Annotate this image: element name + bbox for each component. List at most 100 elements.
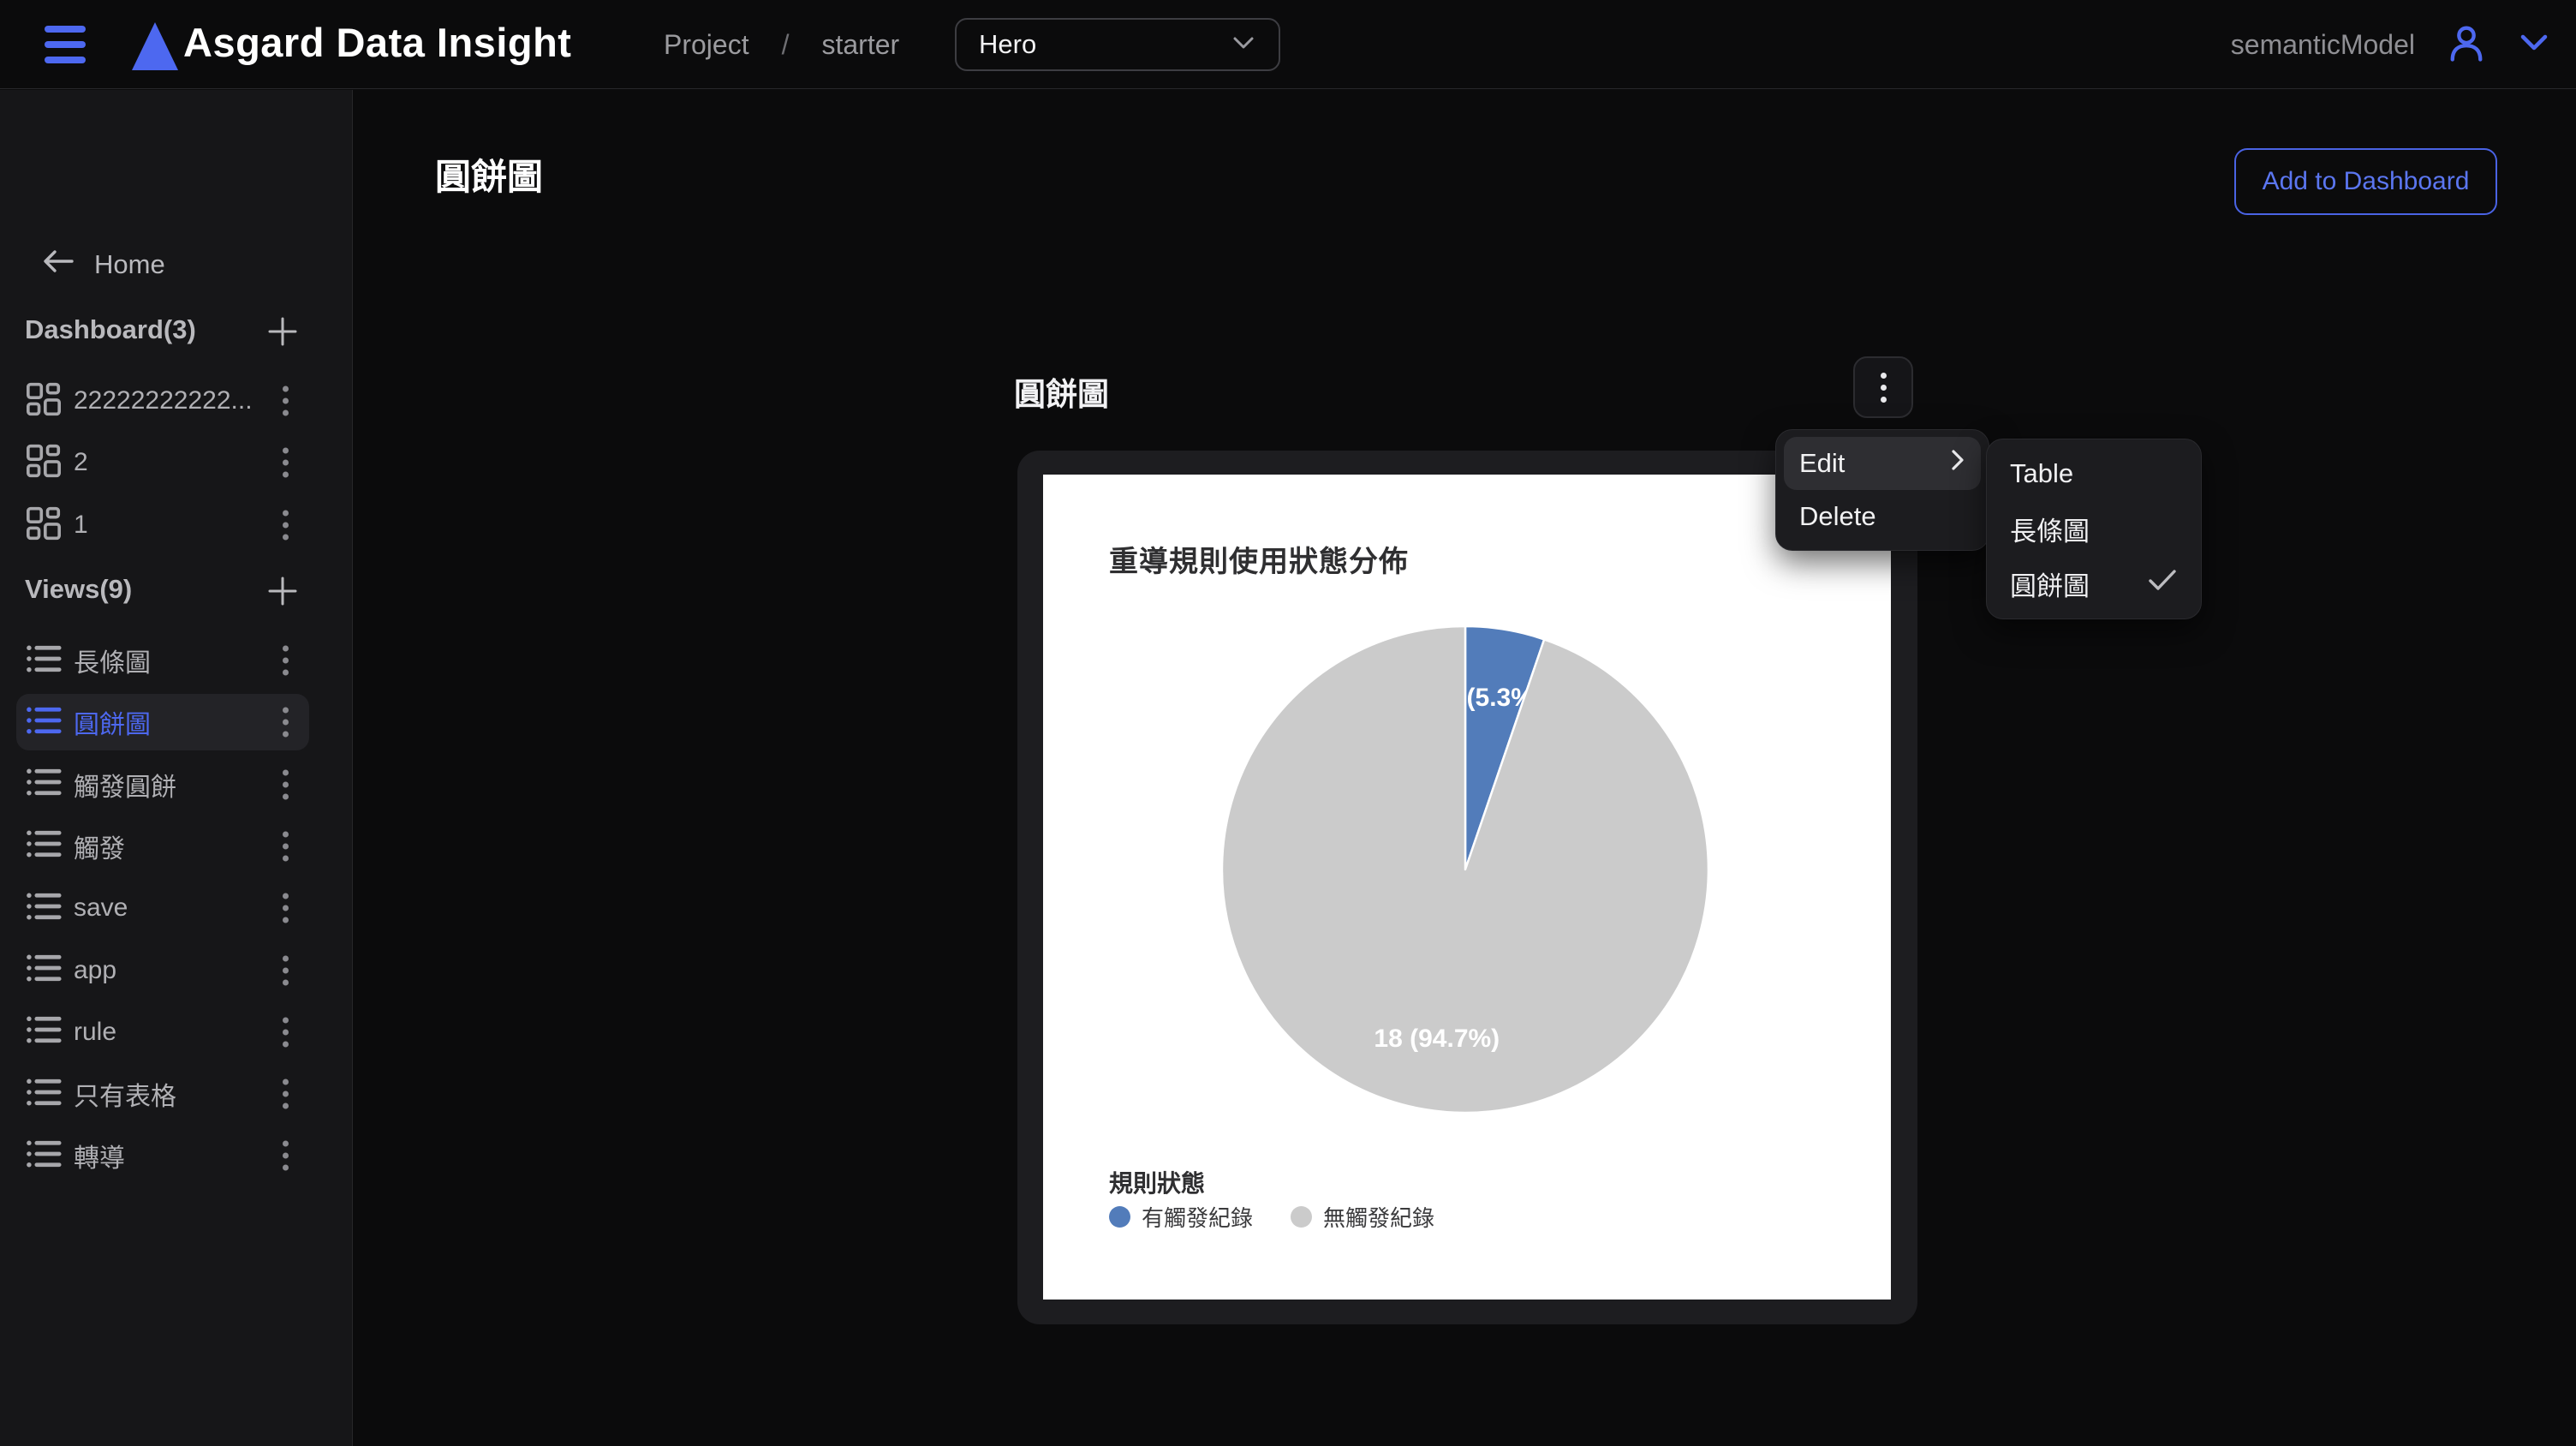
sidebar-item-label: 長條圖 — [74, 642, 151, 679]
chevron-down-icon — [1231, 34, 1256, 56]
app-logo-icon — [128, 21, 182, 76]
submenu-chevron-icon — [1950, 448, 1965, 479]
sidebar-item-label: save — [74, 893, 128, 923]
pie-chart[interactable]: 1 (5.3%)18 (94.7%) — [1222, 626, 1708, 1113]
add-view-icon[interactable] — [264, 572, 301, 610]
sidebar-view-item-9[interactable]: 轉導 — [16, 1127, 309, 1184]
sidebar-item-label: 2 — [74, 448, 88, 477]
kebab-menu-icon[interactable] — [283, 893, 289, 923]
sidebar-view-item-3[interactable]: 觸發圓餅 — [16, 756, 309, 813]
home-label: Home — [94, 249, 165, 280]
dashboard-grid-icon — [25, 506, 63, 545]
sidebar-item-dashboard-1[interactable]: 22222222222... — [16, 373, 309, 429]
chart-canvas: 重導規則使用狀態分佈 1 (5.3%)18 (94.7%) 規則狀態 有觸發紀錄… — [1043, 475, 1891, 1300]
submenu-item-label: 圓餅圖 — [2010, 565, 2090, 603]
list-icon — [25, 1075, 63, 1114]
submenu-item-table[interactable]: Table — [1987, 446, 2201, 501]
account-chevron-down-icon[interactable] — [2518, 32, 2550, 58]
kebab-menu-icon[interactable] — [283, 1079, 289, 1109]
chart-options-button[interactable] — [1853, 356, 1913, 418]
sidebar-item-label: 1 — [74, 511, 88, 540]
kebab-menu-icon — [1881, 373, 1887, 403]
legend-title: 規則狀態 — [1109, 1165, 1205, 1199]
add-to-dashboard-button[interactable]: Add to Dashboard — [2234, 148, 2497, 215]
main-content: 圓餅圖 Add to Dashboard 圓餅圖 重導規則使用狀態分佈 1 (5… — [354, 90, 2576, 1446]
chart-section-title: 圓餅圖 — [1014, 368, 1109, 415]
top-bar: Asgard Data Insight Project / starter He… — [0, 0, 2576, 89]
sidebar-view-item-7[interactable]: rule — [16, 1004, 309, 1061]
semantic-model-label: semanticModel — [2231, 29, 2415, 61]
chart-card: 重導規則使用狀態分佈 1 (5.3%)18 (94.7%) 規則狀態 有觸發紀錄… — [1017, 451, 1917, 1324]
sidebar-item-label: 圓餅圖 — [74, 703, 151, 741]
kebab-menu-icon[interactable] — [283, 831, 289, 861]
top-right-group: semanticModel — [2231, 0, 2550, 89]
hamburger-menu-icon[interactable] — [45, 26, 86, 63]
dashboard-grid-icon — [25, 444, 63, 482]
model-select[interactable]: Hero — [955, 18, 1280, 71]
legend-item: 無觸發紀錄 — [1291, 1201, 1434, 1233]
sidebar-view-item-8[interactable]: 只有表格 — [16, 1066, 309, 1122]
kebab-menu-icon[interactable] — [283, 1017, 289, 1047]
chart-type-submenu: Table 長條圖 圓餅圖 — [1986, 439, 2202, 619]
dashboard-section-header: Dashboard(3) — [0, 311, 353, 354]
sidebar-view-item-2[interactable]: 圓餅圖 — [16, 694, 309, 750]
kebab-menu-icon[interactable] — [283, 511, 289, 541]
sidebar-view-item-4[interactable]: 觸發 — [16, 818, 309, 875]
sidebar-view-item-5[interactable]: save — [16, 880, 309, 936]
app-root: Asgard Data Insight Project / starter He… — [0, 0, 2576, 1446]
list-icon — [25, 1137, 63, 1175]
sidebar-item-dashboard-2[interactable]: 2 — [16, 434, 309, 491]
sidebar-view-item-1[interactable]: 長條圖 — [16, 632, 309, 689]
sidebar-item-label: 22222222222... — [74, 386, 253, 415]
chart-legend: 有觸發紀錄 無觸發紀錄 — [1109, 1201, 1434, 1233]
legend-item: 有觸發紀錄 — [1109, 1201, 1253, 1233]
breadcrumb-project[interactable]: Project — [664, 29, 749, 61]
sidebar-item-dashboard-3[interactable]: 1 — [16, 497, 309, 553]
sidebar-view-item-6[interactable]: app — [16, 942, 309, 999]
kebab-menu-icon[interactable] — [283, 769, 289, 799]
add-dashboard-icon[interactable] — [264, 313, 301, 350]
sidebar-home-link[interactable]: Home — [41, 244, 165, 285]
legend-label: 無觸發紀錄 — [1323, 1201, 1434, 1233]
app-title: Asgard Data Insight — [183, 19, 571, 66]
submenu-item-pie[interactable]: 圓餅圖 — [1987, 556, 2201, 611]
submenu-item-label: Table — [2010, 458, 2073, 489]
submenu-item-label: 長條圖 — [2010, 510, 2090, 548]
chart-title: 重導規則使用狀態分佈 — [1109, 538, 1409, 580]
sidebar-item-label: 轉導 — [74, 1137, 125, 1174]
breadcrumb-name[interactable]: starter — [821, 29, 899, 61]
sidebar: Home Dashboard(3) 22222222222... — [0, 90, 353, 1446]
kebab-menu-icon[interactable] — [283, 386, 289, 416]
menu-item-label: Edit — [1799, 448, 1845, 479]
menu-item-edit[interactable]: Edit — [1784, 437, 1981, 490]
list-icon — [25, 642, 63, 680]
kebab-menu-icon[interactable] — [283, 1141, 289, 1171]
sidebar-item-label: 觸發 — [74, 828, 125, 865]
list-icon — [25, 1013, 63, 1051]
kebab-menu-icon[interactable] — [283, 646, 289, 676]
list-icon — [25, 703, 63, 742]
dashboard-section-label: Dashboard(3) — [25, 314, 196, 345]
menu-item-delete[interactable]: Delete — [1784, 490, 1981, 543]
breadcrumb-separator: / — [782, 29, 790, 61]
sidebar-item-label: app — [74, 956, 116, 985]
views-section-header: Views(9) — [0, 571, 353, 613]
views-section-label: Views(9) — [25, 574, 132, 605]
user-icon[interactable] — [2444, 21, 2489, 69]
model-select-value: Hero — [979, 29, 1036, 60]
kebab-menu-icon[interactable] — [283, 955, 289, 985]
chart-context-menu: Edit Delete — [1775, 429, 1989, 551]
breadcrumb: Project / starter — [664, 29, 899, 61]
legend-dot-gray — [1291, 1206, 1312, 1228]
kebab-menu-icon[interactable] — [283, 448, 289, 478]
list-icon — [25, 827, 63, 865]
menu-item-label: Delete — [1799, 501, 1876, 532]
submenu-item-bar[interactable]: 長條圖 — [1987, 501, 2201, 556]
legend-dot-blue — [1109, 1206, 1130, 1228]
checkmark-icon — [2147, 568, 2178, 599]
kebab-menu-icon[interactable] — [283, 708, 289, 738]
list-icon — [25, 889, 63, 928]
pie-data-label: 18 (94.7%) — [1374, 1025, 1500, 1053]
sidebar-item-label: 觸發圓餅 — [74, 766, 176, 804]
list-icon — [25, 765, 63, 804]
